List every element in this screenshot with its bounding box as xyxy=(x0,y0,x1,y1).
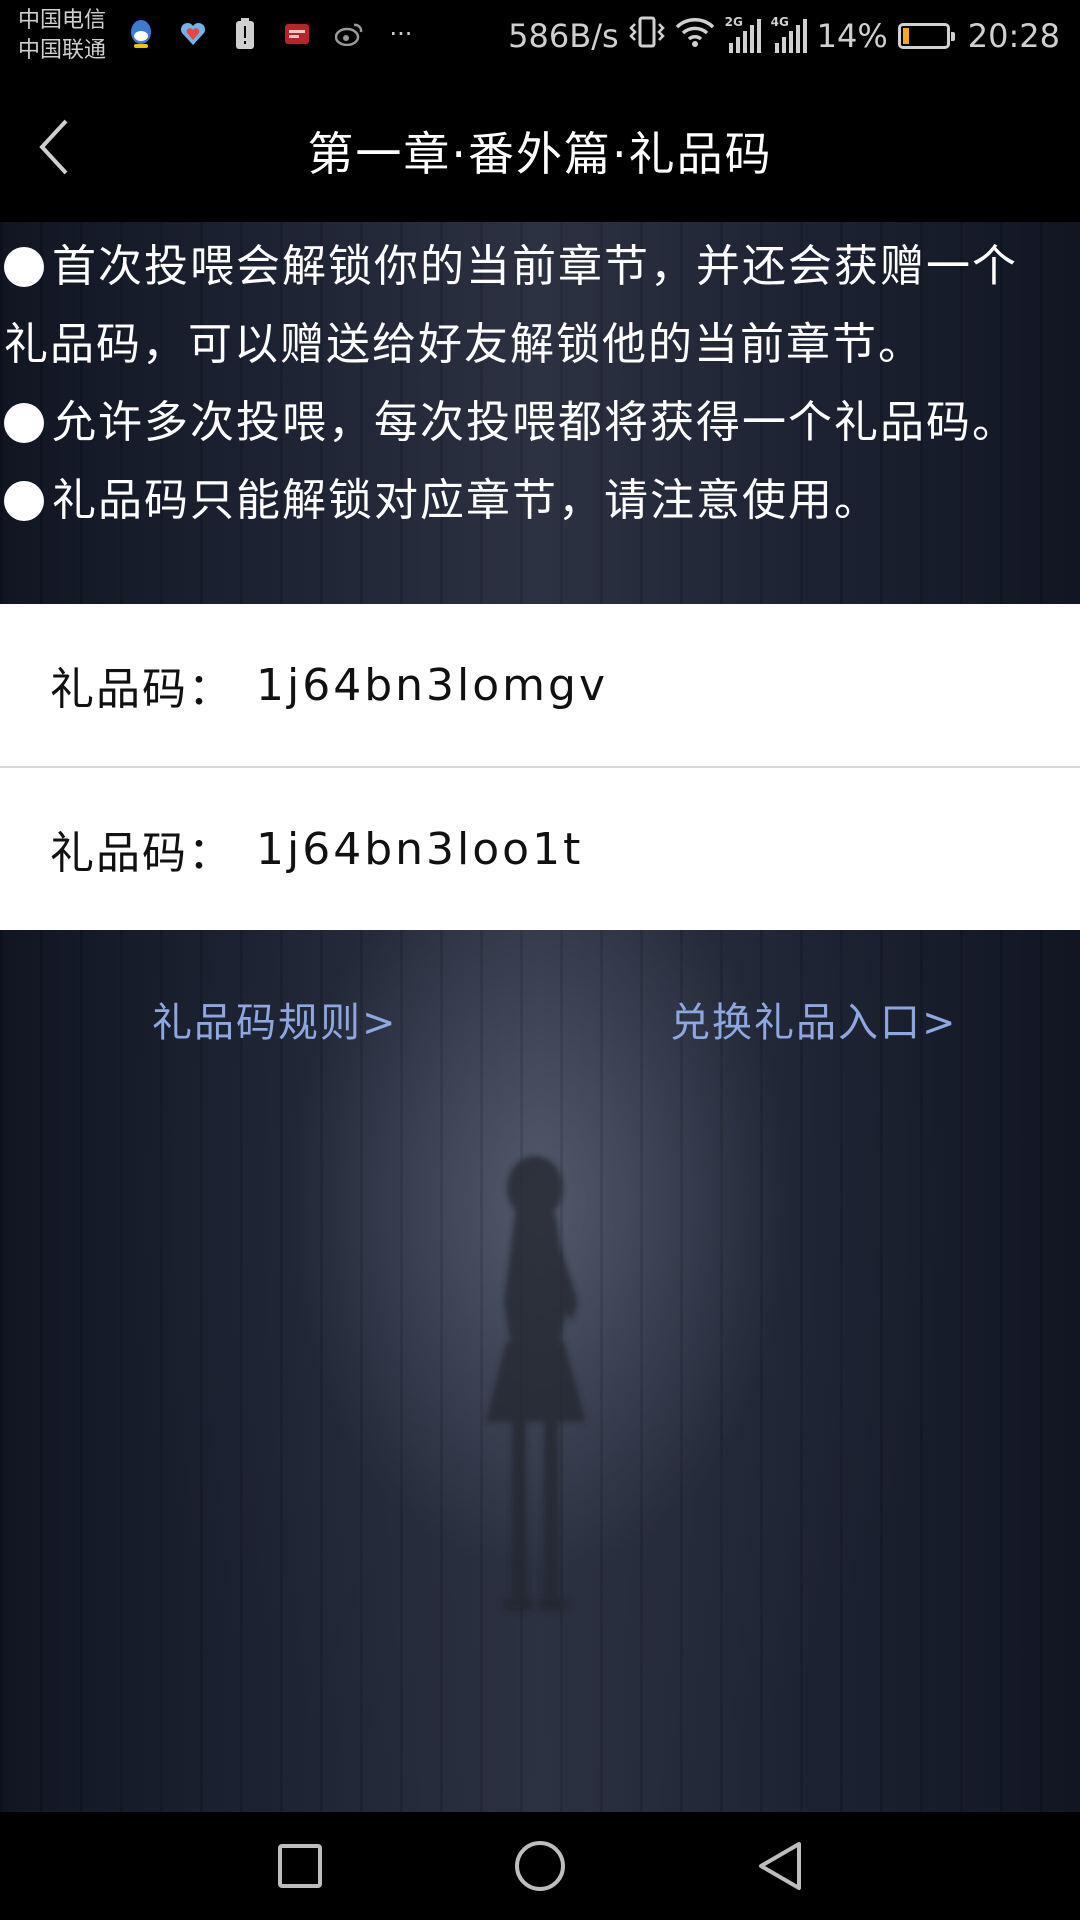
vibrate-icon xyxy=(628,16,665,56)
battery-icon xyxy=(897,23,955,49)
info-text: 礼品码只能解锁对应章节，请注意使用。 xyxy=(52,475,880,526)
info-text: 礼品码，可以赠送给好友解锁他的当前章节。 xyxy=(4,319,924,370)
carrier-info: 中国电信 中国联通 xyxy=(18,6,106,66)
redeem-gift-link[interactable]: 兑换礼品入口> xyxy=(670,990,958,1048)
triangle-back-icon xyxy=(759,1842,801,1890)
page-title: 第一章·番外篇·礼品码 xyxy=(307,127,773,181)
recent-apps-button[interactable] xyxy=(270,1836,330,1896)
info-text: 允许多次投喂，每次投喂都将获得一个礼品码。 xyxy=(52,397,1018,448)
notification-icons: ··· xyxy=(126,18,416,50)
bullet-icon xyxy=(4,247,44,287)
app-icon xyxy=(282,18,312,50)
header-bar: 第一章·番外篇·礼品码 xyxy=(0,72,1080,222)
gift-code-label: 礼品码： xyxy=(50,664,234,715)
weibo-icon xyxy=(334,18,364,50)
more-icon: ··· xyxy=(389,20,413,48)
battery-alert-icon xyxy=(230,18,260,50)
battery-fill xyxy=(902,28,909,44)
gift-code-info: 首次投喂会解锁你的当前章节，并还会获赠一个 礼品码，可以赠送给好友解锁他的当前章… xyxy=(0,222,1080,540)
info-item: 允许多次投喂，每次投喂都将获得一个礼品码。 xyxy=(0,384,1080,462)
status-bar: 中国电信 中国联通 ··· 586B/s 2G 4G 14% 20:28 xyxy=(0,0,1080,72)
gift-code-value[interactable]: 1j64bn3lomgv xyxy=(256,660,608,711)
signal-4g-icon: 4G xyxy=(771,15,807,53)
system-nav-bar xyxy=(0,1812,1080,1920)
gift-code-links: 礼品码规则> 兑换礼品入口> xyxy=(0,990,1080,1050)
nav-back-button[interactable] xyxy=(750,1836,810,1896)
gift-code-row[interactable]: 礼品码： 1j64bn3lomgv xyxy=(0,604,1080,766)
system-indicators: 586B/s 2G 4G 14% 20:28 xyxy=(508,12,1060,60)
clock: 20:28 xyxy=(967,17,1060,55)
carrier-2: 中国联通 xyxy=(18,38,107,63)
carrier-1: 中国电信 xyxy=(18,8,107,33)
info-item-continued: 礼品码，可以赠送给好友解锁他的当前章节。 xyxy=(0,306,1080,384)
gift-code-value[interactable]: 1j64bn3loo1t xyxy=(256,824,583,875)
gift-code-label: 礼品码： xyxy=(50,828,234,879)
signal-2g-icon: 2G xyxy=(725,15,761,53)
info-item: 礼品码只能解锁对应章节，请注意使用。 xyxy=(0,462,1080,540)
signal-2g-label: 2G xyxy=(724,15,743,29)
bullet-icon xyxy=(4,481,44,521)
gift-code-rules-link[interactable]: 礼品码规则> xyxy=(152,990,398,1048)
info-item: 首次投喂会解锁你的当前章节，并还会获赠一个 xyxy=(0,228,1080,306)
gift-code-row[interactable]: 礼品码： 1j64bn3loo1t xyxy=(0,766,1080,930)
girl-silhouette xyxy=(486,1156,586,1612)
home-button[interactable] xyxy=(510,1836,570,1896)
chevron-left-icon xyxy=(39,119,68,175)
battery-percent: 14% xyxy=(816,17,888,55)
info-text: 首次投喂会解锁你的当前章节，并还会获赠一个 xyxy=(52,241,1018,292)
heart-shield-icon xyxy=(178,18,208,50)
net-speed: 586B/s xyxy=(508,17,619,55)
qq-icon xyxy=(126,18,156,50)
gift-code-list: 礼品码： 1j64bn3lomgv 礼品码： 1j64bn3loo1t xyxy=(0,604,1080,930)
square-icon xyxy=(278,1844,322,1888)
circle-icon xyxy=(515,1841,565,1891)
signal-4g-label: 4G xyxy=(770,15,789,29)
bullet-icon xyxy=(4,403,44,443)
wifi-icon xyxy=(675,16,715,56)
back-button[interactable] xyxy=(24,112,84,182)
